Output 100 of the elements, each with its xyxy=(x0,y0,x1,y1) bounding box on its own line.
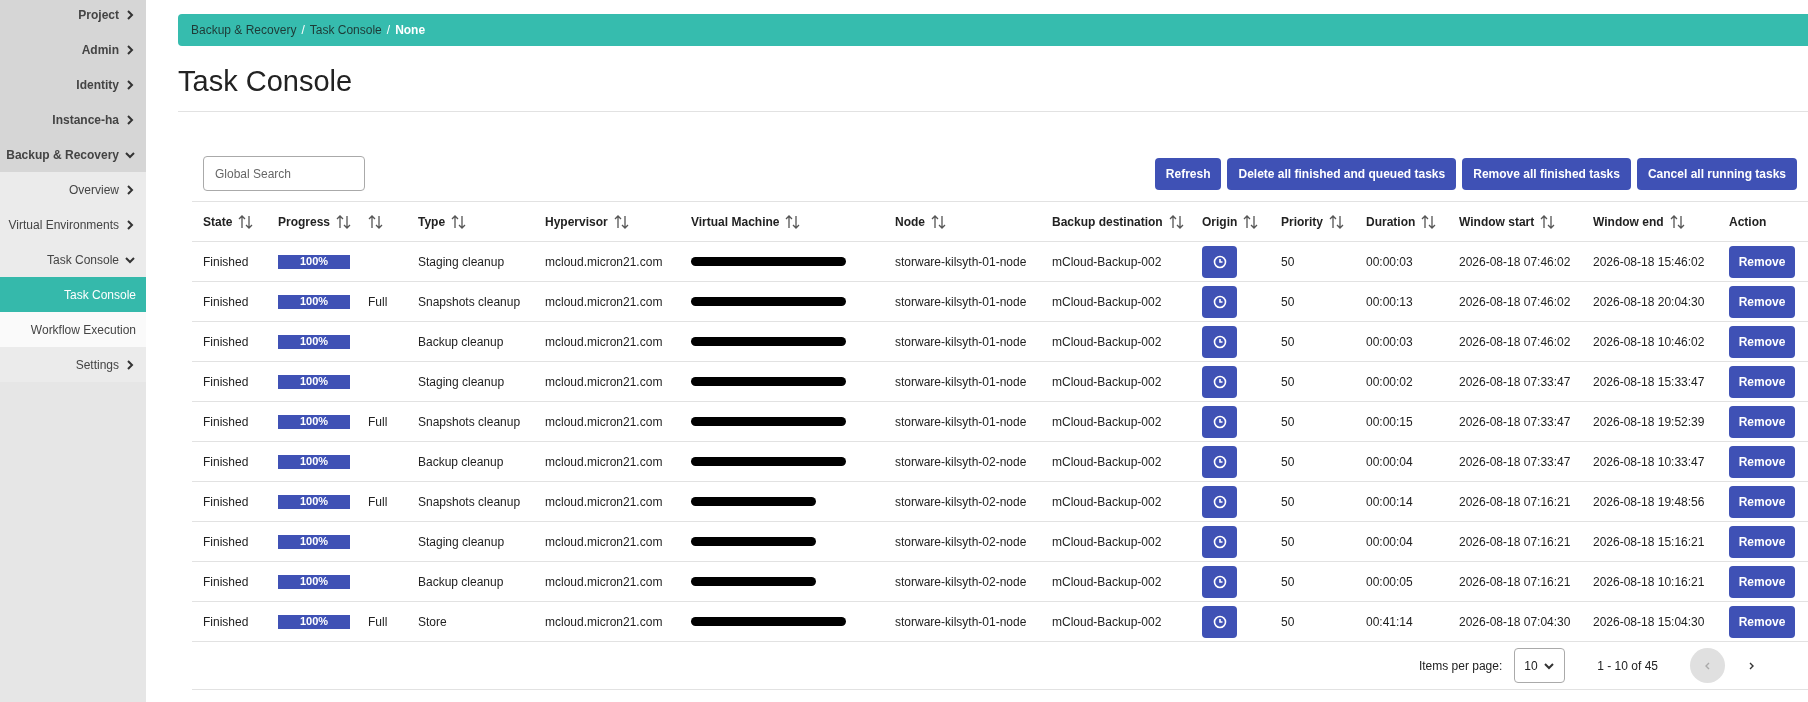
column-header[interactable]: Priority xyxy=(1281,212,1323,231)
table-cell: 2026-08-18 07:33:47 xyxy=(1459,414,1571,429)
sort-icon[interactable] xyxy=(336,214,353,229)
sort-icon[interactable] xyxy=(451,214,468,229)
search-field[interactable]: Global Search xyxy=(203,156,365,191)
sort-icon[interactable] xyxy=(238,214,255,229)
page-range: 1 - 10 of 45 xyxy=(1597,657,1658,675)
sidebar-item[interactable]: Settings xyxy=(0,347,146,382)
table-cell: Finished xyxy=(203,574,249,589)
column-header[interactable]: Window start xyxy=(1459,212,1535,231)
sidebar-item[interactable]: Project xyxy=(0,0,146,32)
sidebar-item[interactable]: Admin xyxy=(0,32,146,67)
remove-button[interactable]: Remove xyxy=(1729,525,1795,558)
remove-button[interactable]: Remove xyxy=(1729,605,1795,638)
remove-button[interactable]: Remove xyxy=(1729,485,1795,518)
table-cell: Finished xyxy=(203,534,249,549)
origin-button[interactable] xyxy=(1202,405,1237,438)
origin-button[interactable] xyxy=(1202,605,1237,638)
table-cell: Finished xyxy=(203,294,249,309)
column-header[interactable]: Origin xyxy=(1202,212,1238,231)
sidebar-item[interactable]: Backup & Recovery xyxy=(0,137,146,172)
sidebar-item[interactable]: Task Console xyxy=(0,242,146,277)
table-cell: Snapshots cleanup xyxy=(418,494,521,509)
progress-label: 100% xyxy=(298,334,330,349)
table-cell: Finished xyxy=(203,454,249,469)
origin-button[interactable] xyxy=(1202,325,1237,358)
sidebar-item[interactable]: Instance-ha xyxy=(0,102,146,137)
table-cell: 2026-08-18 20:04:30 xyxy=(1593,294,1705,309)
remove-button[interactable]: Remove xyxy=(1729,445,1795,478)
table-cell: 2026-08-18 15:04:30 xyxy=(1593,614,1705,629)
sidebar-item[interactable]: Workflow Execution xyxy=(0,312,146,347)
table-cell: 00:00:05 xyxy=(1366,574,1413,589)
sort-icon[interactable] xyxy=(1540,214,1557,229)
sort-icon[interactable] xyxy=(1243,214,1260,229)
remove-button[interactable]: Remove xyxy=(1729,245,1795,278)
table-cell: 2026-08-18 07:04:30 xyxy=(1459,614,1571,629)
column-header[interactable]: State xyxy=(203,212,233,231)
sort-icon[interactable] xyxy=(931,214,947,229)
table-cell: mcloud.micron21.com xyxy=(545,534,663,549)
sort-icon[interactable] xyxy=(1329,214,1345,229)
sort-icon[interactable] xyxy=(1669,214,1686,229)
clock-icon xyxy=(1212,614,1227,629)
table-cell: 2026-08-18 07:46:02 xyxy=(1459,254,1571,269)
toolbar-button[interactable]: Delete all finished and queued tasks xyxy=(1227,157,1457,190)
origin-button[interactable] xyxy=(1202,445,1237,478)
chevron-right-icon xyxy=(124,183,136,196)
sidebar-item[interactable]: Overview xyxy=(0,172,146,207)
table-cell: mcloud.micron21.com xyxy=(545,374,663,389)
column-header[interactable]: Virtual Machine xyxy=(691,212,780,231)
table-cell: Backup cleanup xyxy=(418,334,504,349)
table-cell: Staging cleanup xyxy=(418,534,505,549)
origin-button[interactable] xyxy=(1202,245,1237,278)
table-cell: 00:41:14 xyxy=(1366,614,1413,629)
sort-icon[interactable] xyxy=(1421,214,1438,229)
remove-button[interactable]: Remove xyxy=(1729,285,1795,318)
column-header[interactable]: Type xyxy=(418,212,446,231)
table-cell: mcloud.micron21.com xyxy=(545,254,663,269)
progress-label: 100% xyxy=(298,254,330,269)
progress-label: 100% xyxy=(298,534,330,549)
table-cell: storware-kilsyth-02-node xyxy=(895,454,1027,469)
breadcrumb-link[interactable]: Task Console xyxy=(309,21,382,39)
table-cell: mcloud.micron21.com xyxy=(545,574,663,589)
column-header[interactable]: Backup destination xyxy=(1052,212,1163,231)
toolbar-button[interactable]: Refresh xyxy=(1154,157,1222,190)
column-header[interactable]: Hypervisor xyxy=(545,212,608,231)
remove-button[interactable]: Remove xyxy=(1729,365,1795,398)
table-cell: mCloud-Backup-002 xyxy=(1052,574,1162,589)
toolbar-button[interactable]: Cancel all running tasks xyxy=(1636,157,1797,190)
table-cell: 2026-08-18 07:16:21 xyxy=(1459,494,1571,509)
column-header[interactable]: Window end xyxy=(1593,212,1664,231)
origin-button[interactable] xyxy=(1202,525,1237,558)
column-header[interactable]: Action xyxy=(1729,212,1767,231)
origin-button[interactable] xyxy=(1202,485,1237,518)
origin-button[interactable] xyxy=(1202,365,1237,398)
column-header[interactable]: Duration xyxy=(1366,212,1416,231)
origin-button[interactable] xyxy=(1202,565,1237,598)
table-cell: 2026-08-18 10:33:47 xyxy=(1593,454,1705,469)
sidebar-item[interactable]: Virtual Environments xyxy=(0,207,146,242)
breadcrumb-link[interactable]: Backup & Recovery xyxy=(191,21,297,39)
table-cell: 2026-08-18 07:33:47 xyxy=(1459,374,1571,389)
table-cell: mCloud-Backup-002 xyxy=(1052,614,1162,629)
page-size-select[interactable]: 10 xyxy=(1514,648,1566,683)
column-header[interactable]: Node xyxy=(895,212,925,231)
table-cell: Full xyxy=(368,494,388,509)
sort-icon[interactable] xyxy=(368,214,384,229)
sort-icon[interactable] xyxy=(613,214,630,229)
toolbar-button[interactable]: Remove all finished tasks xyxy=(1462,157,1631,190)
table-cell: Staging cleanup xyxy=(418,254,505,269)
column-header[interactable]: Progress xyxy=(278,212,331,231)
table-cell: 2026-08-18 10:46:02 xyxy=(1593,334,1705,349)
clock-icon xyxy=(1212,294,1227,309)
table-cell: 00:00:14 xyxy=(1366,494,1413,509)
origin-button[interactable] xyxy=(1202,285,1237,318)
remove-button[interactable]: Remove xyxy=(1729,565,1795,598)
table-cell: 00:00:04 xyxy=(1366,534,1413,549)
remove-button[interactable]: Remove xyxy=(1729,325,1795,358)
remove-button[interactable]: Remove xyxy=(1729,405,1795,438)
sidebar-item[interactable]: Identity xyxy=(0,67,146,102)
sort-icon[interactable] xyxy=(1168,214,1185,229)
sort-icon[interactable] xyxy=(785,214,802,229)
